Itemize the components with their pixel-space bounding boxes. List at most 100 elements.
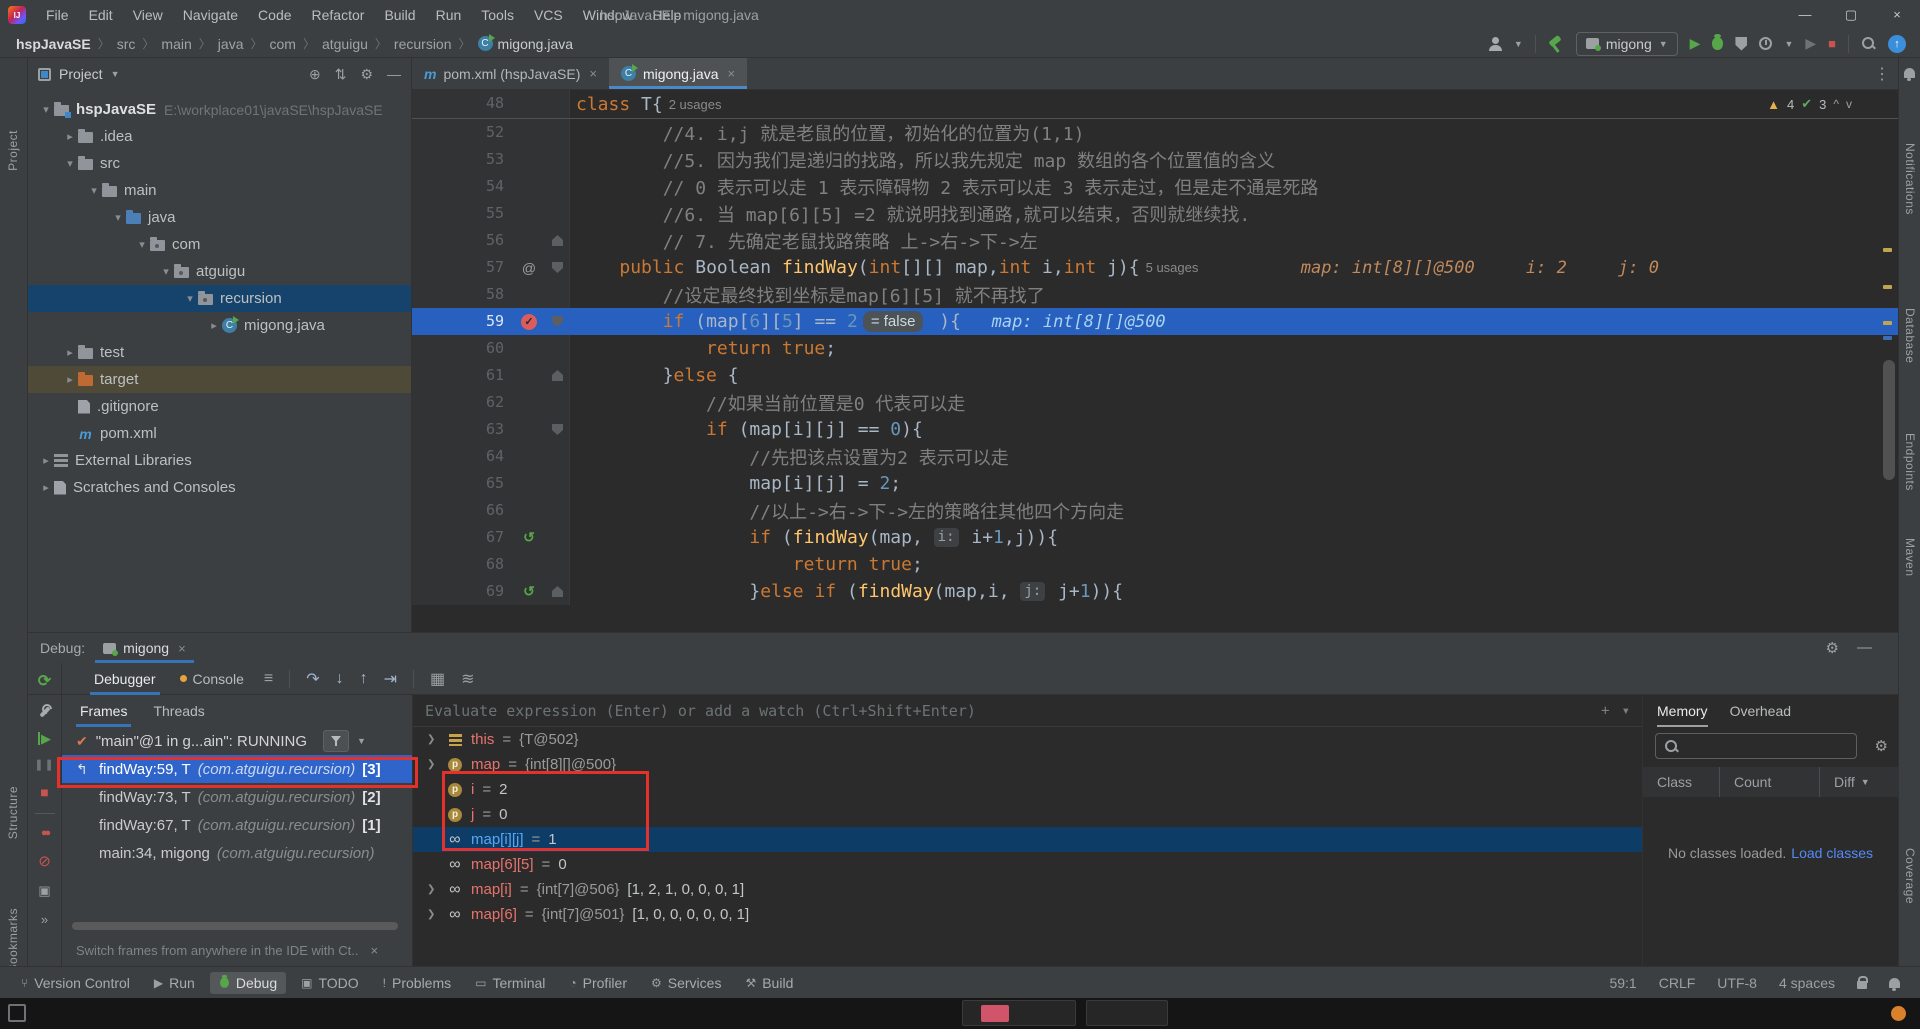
chevron-down-icon[interactable]: ▼ [111,69,120,79]
menu-code[interactable]: Code [248,0,301,30]
fold-marker-slot[interactable] [546,551,570,578]
breadcrumb-item-java[interactable]: java [218,36,244,52]
fold-marker-slot[interactable] [546,524,570,551]
caret-position[interactable]: 59:1 [1609,975,1636,991]
memory-settings-gear-icon[interactable]: ⚙ [1875,737,1888,755]
stack-frame-row[interactable]: findWay:67, T (com.atguigu.recursion) [1] [62,811,412,839]
line-number[interactable]: 61 [412,362,512,389]
variable-row-this[interactable]: ❯ this = {T@502} [413,727,1642,752]
chevron-collapsed-icon[interactable]: ▸ [62,346,78,359]
gutter-icon-slot[interactable]: ✓ [512,308,546,335]
close-icon[interactable]: × [589,66,597,81]
settings-gear-icon[interactable]: ⚙ [360,66,373,83]
fold-marker-slot[interactable] [546,254,570,281]
column-diff[interactable]: Diff ▼ [1819,767,1870,797]
chevron-expanded-icon[interactable]: ▾ [158,265,174,278]
fold-marker-slot[interactable] [546,308,570,335]
code-line-48[interactable]: 48 class T{2 usages [412,90,721,118]
variable-row-mapij[interactable]: ∞ map[i][j] = 1 [413,827,1642,852]
warning-stripe-mark[interactable] [1883,285,1892,289]
chevron-collapsed-icon[interactable]: ▸ [62,130,78,143]
gutter-icon-slot[interactable] [512,497,546,524]
statusbar-button-build[interactable]: ⚒ Build [736,972,802,994]
layout-menu-icon[interactable]: ≡ [264,670,273,688]
chevron-expanded-icon[interactable]: ▾ [86,184,102,197]
breakpoint-verified-icon[interactable]: ✓ [521,313,537,330]
maximize-button[interactable]: ▢ [1828,0,1874,30]
fold-marker-slot[interactable] [546,335,570,362]
gutter-icon-slot[interactable] [512,443,546,470]
line-separator[interactable]: CRLF [1659,975,1696,991]
fold-marker-slot[interactable] [546,200,570,227]
variable-row-map6[interactable]: ❯ ∞ map[6] = {int[7]@501} [1, 0, 0, 0, 0, 0, … [413,902,1642,927]
prev-problem-icon[interactable]: ^ [1833,97,1839,111]
line-number[interactable]: 66 [412,497,512,524]
fold-marker-slot[interactable] [546,497,570,524]
sticky-declaration-line[interactable]: 48 class T{2 usages [412,90,1898,119]
stack-frame-row[interactable]: ↰ findWay:59, T (com.atguigu.recursion) [3] [62,755,412,783]
breadcrumb-item-recursion[interactable]: recursion [394,36,452,52]
chevron-collapsed-icon[interactable]: ▸ [62,373,78,386]
line-number[interactable]: 53 [412,146,512,173]
chevron-collapsed-icon[interactable]: ❯ [427,909,439,920]
recursive-call-icon[interactable]: ↺ [523,529,535,546]
hide-icon[interactable]: — [1857,639,1872,657]
file-encoding[interactable]: UTF-8 [1717,975,1757,991]
warning-stripe-mark[interactable] [1883,248,1892,252]
editor-scrollbar[interactable] [1883,360,1895,480]
tab-debugger[interactable]: Debugger [90,663,160,695]
fold-marker-slot[interactable] [546,281,570,308]
search-icon[interactable] [1861,36,1876,51]
locate-icon[interactable]: ⊕ [309,66,321,83]
warning-stripe-mark[interactable] [1883,321,1892,325]
close-icon[interactable]: × [178,641,186,656]
tree-item-ScratchesandConsoles[interactable]: ▸ Scratches and Consoles [28,474,411,501]
tab-options-icon[interactable]: ⋮ [1874,64,1890,84]
fold-down-icon[interactable] [552,424,563,435]
tool-stripe-bookmarks[interactable]: Bookmarks [6,908,20,973]
gutter-icon-slot[interactable] [512,227,546,254]
chevron-down-icon[interactable]: ▼ [357,736,366,746]
snapshot-icon[interactable]: ▣ [38,883,50,899]
hide-panel-icon[interactable]: — [387,66,401,83]
fold-marker-slot[interactable] [546,443,570,470]
build-hammer-icon[interactable] [1548,36,1564,52]
code-line-65[interactable]: 65 map[i][j] = 2; [412,470,1898,497]
taskbar-start-icon[interactable] [8,1004,26,1022]
stack-frame-row[interactable]: findWay:73, T (com.atguigu.recursion) [2] [62,783,412,811]
variable-row-i[interactable]: p i = 2 [413,777,1642,802]
code-line-60[interactable]: 60 return true; [412,335,1898,362]
gutter-icon-slot[interactable]: @ [512,254,546,281]
tool-stripe-database[interactable]: Database [1903,308,1917,363]
gutter-icon-slot[interactable] [512,90,546,118]
menu-run[interactable]: Run [426,0,472,30]
tab-overhead[interactable]: Overhead [1730,695,1791,727]
line-number[interactable]: 57 [412,254,512,281]
tab-console[interactable]: Console [176,663,248,695]
add-watch-icon[interactable]: + [1601,703,1609,719]
chevron-collapsed-icon[interactable]: ❯ [427,884,439,895]
chevron-expanded-icon[interactable]: ▾ [38,103,54,116]
indent-style[interactable]: 4 spaces [1779,975,1835,991]
breadcrumb-item-migongjava[interactable]: Cmigong.java [477,34,573,52]
line-number[interactable]: 63 [412,416,512,443]
notifications-bell-icon[interactable] [1904,68,1915,81]
wrench-settings-icon[interactable] [37,704,52,719]
more-actions-icon[interactable]: » [41,912,48,927]
code-line-63[interactable]: 63 if (map[i][j] == 0){ [412,416,1898,443]
layout-settings-icon[interactable]: ≋ [461,669,474,689]
frames-scrollbar[interactable] [72,922,398,930]
update-icon[interactable]: ↑ [1888,34,1906,53]
chevron-down-icon[interactable]: ▾ [1622,703,1630,719]
code-line-59[interactable]: 59 ✓ if (map[6][5] == 2 = false ){ map: in… [412,308,1898,335]
statusbar-button-services[interactable]: ⚙ Services [642,972,730,994]
editor-tab-pomxmlhspJavaSE[interactable]: m pom.xml (hspJavaSE) × [412,58,609,89]
memory-search-input[interactable] [1655,733,1857,759]
variable-row-map65[interactable]: ∞ map[6][5] = 0 [413,852,1642,877]
line-number[interactable]: 55 [412,200,512,227]
tree-item-idea[interactable]: ▸ .idea [28,123,411,150]
close-icon[interactable]: × [370,943,378,958]
breadcrumb-item-hspJavaSE[interactable]: hspJavaSE [16,36,91,52]
code-line-61[interactable]: 61 } else { [412,362,1898,389]
code-line-62[interactable]: 62 //如果当前位置是0 代表可以走 [412,389,1898,416]
